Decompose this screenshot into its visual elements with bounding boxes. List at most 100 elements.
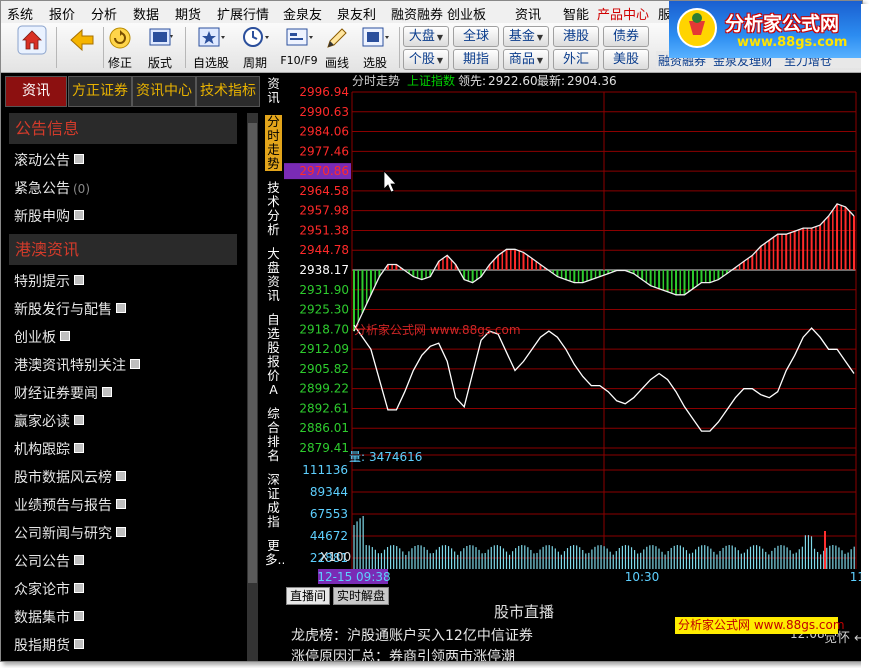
list-item[interactable]: 新股申购 (14, 206, 84, 226)
vertical-tab[interactable]: 分时走势 (265, 115, 282, 171)
price-tick-label: 2944.78 (299, 243, 349, 257)
favorites-button[interactable]: 自选股 (189, 25, 233, 70)
tab-realtime-analysis[interactable]: 实时解盘 (333, 587, 390, 605)
price-tick-label: 2925.30 (299, 303, 349, 317)
menu-item[interactable]: 金泉友 (283, 4, 322, 23)
price-tick-label: 2879.41 (299, 441, 349, 455)
menu-item[interactable]: 报价 (49, 4, 75, 23)
list-item[interactable]: 新股发行与配售 (14, 299, 126, 319)
home-button[interactable] (11, 25, 51, 70)
vertical-tab[interactable]: 大盘资讯 (265, 247, 282, 303)
period-button[interactable]: 周期 (237, 25, 273, 70)
info-panel: 资讯 方正证券 资讯中心 技术指标 公告信息滚动公告紧急公告 (0) 新股申购港澳资… (3, 73, 260, 661)
bullet-icon (130, 359, 140, 369)
watermark-badge: 分析家公式网 www.88gs.com (675, 617, 845, 634)
market-button-bond[interactable]: 债券 (603, 26, 649, 47)
list-item[interactable]: 公司新闻与研究 (14, 523, 126, 543)
back-button[interactable] (61, 25, 101, 70)
market-button-index-futures[interactable]: 期指 (453, 49, 499, 70)
scrollbar-thumb[interactable] (248, 123, 257, 583)
refresh-icon (106, 25, 134, 51)
intraday-chart[interactable]: 分时走势 上证指数 领先: 2922.60 最新: 2904.36 2996.94 2990.… (284, 73, 862, 585)
list-item[interactable]: 数据集市 (14, 607, 84, 627)
menu-item[interactable]: 产品中心 (597, 4, 649, 23)
price-tick-label: 2899.22 (299, 382, 349, 396)
menu-item[interactable]: 智能 (563, 4, 589, 23)
list-item[interactable]: 滚动公告 (14, 150, 84, 170)
site-logo: 分析家公式网 www.88gs.com (669, 1, 862, 58)
f10-button[interactable]: F10/F9 (277, 25, 321, 70)
section-header[interactable]: 公告信息 (9, 113, 237, 144)
section-header[interactable]: 港澳资讯 (9, 234, 237, 265)
list-item[interactable]: 公司公告 (14, 551, 84, 571)
news-line[interactable]: 龙虎榜：沪股通账户买入12亿中信证券 (291, 625, 533, 645)
app-window: 系统 报价 分析 数据 期货 扩展行情 金泉友 泉友利 融资融券 创业板 资讯 智能 产品中心服 修正 … (0, 0, 863, 662)
market-button-commodity[interactable]: 商品 ▼ (503, 49, 549, 70)
tab-live-room[interactable]: 直播间 (286, 587, 331, 605)
vertical-tab[interactable]: 综合排名 (265, 407, 282, 463)
back-arrow-icon (67, 25, 95, 52)
market-button-hk[interactable]: 港股 (553, 26, 599, 47)
list-item[interactable]: 财经证券要闻 (14, 383, 112, 403)
price-tick-label: 2905.82 (299, 362, 349, 376)
volume-multiplier: X100 (320, 550, 351, 564)
bullet-icon (74, 639, 84, 649)
tab-info[interactable]: 资讯 (5, 76, 67, 107)
market-button-fund[interactable]: 基金 ▼ (503, 26, 549, 47)
clock-icon (241, 25, 269, 51)
price-tick-label: 2931.90 (299, 283, 349, 297)
price-tick-label: 2912.09 (299, 342, 349, 356)
menu-item[interactable]: 分析 (91, 4, 117, 23)
vertical-tab[interactable]: 深证成指 (265, 473, 282, 529)
refresh-button[interactable]: 修正 (105, 25, 135, 70)
vertical-tab[interactable]: 更多.. (265, 539, 285, 567)
draw-line-button[interactable]: 画线 (323, 25, 351, 70)
dropdown-arrow-icon: ▼ (536, 56, 544, 65)
index-name: 上证指数 (407, 73, 455, 88)
market-button-stock[interactable]: 个股 ▼ (403, 49, 449, 70)
list-item[interactable]: 港澳资讯特别关注 (14, 355, 140, 375)
menu-item[interactable]: 创业板 (447, 4, 486, 23)
market-button-global[interactable]: 全球 (453, 26, 499, 47)
menu-item[interactable]: 期货 (175, 4, 201, 23)
list-item[interactable]: 赢家必读 (14, 411, 84, 431)
tab-info-center[interactable]: 资讯中心 (132, 76, 196, 107)
vertical-tab[interactable]: 资讯 (265, 77, 282, 105)
chart-watermark: 分析家公式网 www.88gs.com (354, 322, 521, 337)
list-item[interactable]: 股指期货 (14, 635, 84, 655)
layout-button[interactable]: 版式 (143, 25, 177, 70)
tab-tech-indicators[interactable]: 技术指标 (196, 76, 260, 107)
vertical-tab[interactable]: 技术分析 (265, 181, 282, 237)
list-item[interactable]: 众家论市 (14, 579, 84, 599)
bullet-icon (74, 443, 84, 453)
vertical-tab[interactable]: 自选股报价A (265, 313, 282, 397)
menu-item[interactable]: 泉友利 (337, 4, 376, 23)
f10-icon (285, 25, 313, 51)
tab-founder-securities[interactable]: 方正证券 (68, 76, 132, 107)
menu-item[interactable]: 融资融券 (391, 4, 443, 23)
menu-item[interactable]: 资讯 (515, 4, 541, 23)
news-panel: 直播间 实时解盘 股市直播 龙虎榜：沪股通账户买入12亿中信证券 涨停原因汇总：… (284, 585, 862, 661)
list-item[interactable]: 特别提示 (14, 271, 84, 291)
list-item[interactable]: 股市数据风云榜 (14, 467, 126, 487)
pen-icon (323, 25, 351, 51)
news-line[interactable]: 涨停原因汇总：券商引领两市涨停潮 (291, 646, 515, 661)
menu-item[interactable]: 数据 (133, 4, 159, 23)
stock-select-button[interactable]: 选股 (355, 25, 395, 70)
market-button-us-stock[interactable]: 美股 (603, 49, 649, 70)
menu-item[interactable]: 系统 (7, 4, 33, 23)
list-item[interactable]: 创业板 (14, 327, 70, 347)
price-tick-label: 2918.70 (299, 322, 349, 336)
list-item[interactable]: 业绩预告与报告 (14, 495, 126, 515)
bullet-icon (116, 471, 126, 481)
price-tick-label: 2990.63 (299, 105, 349, 119)
price-tick-label: 2892.61 (299, 401, 349, 415)
price-tick-label: 2977.46 (299, 144, 349, 158)
list-item[interactable]: 紧急公告 (0) (14, 178, 90, 198)
list-item[interactable]: 机构跟踪 (14, 439, 84, 459)
market-button-dapan[interactable]: 大盘 ▼ (403, 26, 449, 47)
price-tick-label: 2957.98 (299, 204, 349, 218)
price-tick-label: 2964.58 (299, 184, 349, 198)
menu-item[interactable]: 扩展行情 (217, 4, 269, 23)
market-button-forex[interactable]: 外汇 (553, 49, 599, 70)
